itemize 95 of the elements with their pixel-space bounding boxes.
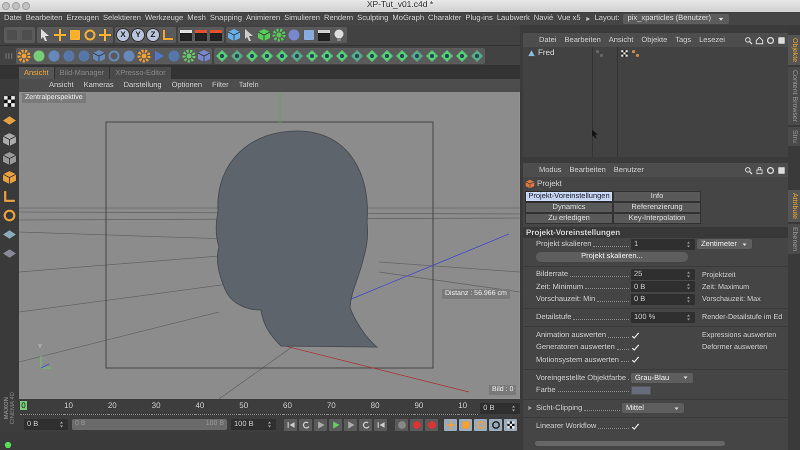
timeline-tick-label: 60 <box>283 401 292 410</box>
spinner-icon[interactable] <box>685 271 692 278</box>
texture-tag-icon[interactable] <box>620 48 629 58</box>
spinner-icon[interactable] <box>58 421 65 428</box>
check-icon <box>631 422 640 431</box>
caret-icon <box>673 404 680 412</box>
diamond-icon[interactable] <box>245 48 259 62</box>
section-header: Projekt-Voreinstellungen <box>523 227 788 238</box>
diamond-icon[interactable] <box>470 48 484 62</box>
diamond-icon[interactable] <box>335 48 349 62</box>
axis-toggle-button[interactable]: Y <box>131 28 145 42</box>
diamond-icon[interactable] <box>275 48 289 62</box>
gear-icon[interactable] <box>137 48 151 62</box>
spinner-icon[interactable] <box>685 240 692 248</box>
diamond-icon[interactable] <box>395 48 409 62</box>
timeline-tick-label: 20 <box>108 401 117 410</box>
loop-icon[interactable] <box>300 420 310 430</box>
spinner-icon[interactable] <box>685 296 692 303</box>
color-swatch[interactable] <box>631 386 651 395</box>
tag-icon[interactable] <box>631 48 640 58</box>
move-icon[interactable] <box>53 28 67 42</box>
diamond-icon[interactable] <box>215 48 229 62</box>
spinner-icon[interactable] <box>266 421 273 428</box>
cube-icon[interactable] <box>197 48 211 62</box>
axis-toggle-button[interactable]: X <box>116 28 130 42</box>
axes-icon[interactable] <box>2 189 17 204</box>
cube-icon[interactable] <box>92 48 106 62</box>
checkbox[interactable] <box>631 355 640 364</box>
spinner-icon[interactable] <box>685 314 692 321</box>
cube-icon[interactable] <box>2 132 17 147</box>
gear-icon[interactable] <box>182 48 196 62</box>
diamond-icon[interactable] <box>455 48 469 62</box>
sphere-icon[interactable] <box>32 48 46 62</box>
diamond-icon[interactable] <box>410 48 424 62</box>
window-title: XP-Tut_v01.c4d * <box>366 0 434 10</box>
spinner-icon[interactable] <box>510 404 517 412</box>
step-icon[interactable] <box>316 420 326 430</box>
grip-icon <box>4 50 14 60</box>
expand-arrow-icon[interactable] <box>527 405 533 412</box>
checkbox[interactable] <box>631 422 640 431</box>
timeline-tick-label: 30 <box>152 401 161 410</box>
search-icon[interactable] <box>744 36 753 44</box>
object-tree-item[interactable]: Fred <box>523 47 592 59</box>
timeline-tick-label: 50 <box>239 401 248 410</box>
lock-icon[interactable] <box>755 166 764 174</box>
gear-icon[interactable] <box>272 28 286 42</box>
diamond-icon[interactable] <box>380 48 394 62</box>
cursor-icon <box>590 129 600 139</box>
diamond-icon[interactable] <box>440 48 454 62</box>
diamond-icon[interactable] <box>365 48 379 62</box>
gear-icon[interactable] <box>17 48 31 62</box>
checker-icon[interactable] <box>2 94 17 109</box>
play-icon[interactable] <box>330 420 340 430</box>
timeline-tick-label: 40 <box>195 401 204 410</box>
current-frame-marker: 0 <box>20 401 27 410</box>
diamond-icon[interactable] <box>230 48 244 62</box>
panel-title: Projekt <box>537 179 562 189</box>
loop-icon[interactable] <box>360 420 370 430</box>
clapper-icon[interactable] <box>179 28 193 42</box>
parameter-icon[interactable] <box>490 420 500 430</box>
status-indicator-icon <box>4 441 12 449</box>
cube-icon[interactable] <box>257 28 271 42</box>
cube-icon[interactable] <box>227 28 241 42</box>
diamond-icon[interactable] <box>425 48 439 62</box>
arrow-icon <box>584 16 591 22</box>
scale-icon[interactable] <box>68 28 82 42</box>
horizontal-scrollbar[interactable] <box>535 441 725 446</box>
timeline-tick-label: 90 <box>414 401 424 410</box>
checkbox[interactable] <box>631 330 640 340</box>
home-icon[interactable] <box>755 36 764 44</box>
spinner-icon[interactable] <box>685 283 692 290</box>
cube-icon[interactable] <box>2 151 17 166</box>
axis-toggle-button[interactable]: Z <box>146 28 160 42</box>
plus-icon[interactable] <box>98 28 112 42</box>
checkbox[interactable] <box>631 343 640 352</box>
timeline-tick-label: 10 <box>458 401 468 410</box>
timeline-tick-label: 70 <box>326 401 336 410</box>
visibility-dots-icon[interactable] <box>595 48 604 58</box>
diamond-icon[interactable] <box>290 48 304 62</box>
diamond-icon[interactable] <box>350 48 364 62</box>
timeline-tick-label: 10 <box>64 401 73 410</box>
search-icon[interactable] <box>744 166 753 174</box>
diamond-icon[interactable] <box>320 48 334 62</box>
diamond-icon[interactable] <box>305 48 319 62</box>
caret-icon <box>740 240 748 248</box>
skip-start-icon[interactable] <box>286 420 296 430</box>
project-icon <box>525 179 535 189</box>
caret-icon <box>682 374 689 382</box>
axis-gizmo-icon <box>40 356 52 368</box>
rotate-icon[interactable] <box>83 28 97 42</box>
cube-icon[interactable] <box>2 170 17 185</box>
light-bulb-icon[interactable] <box>332 28 346 42</box>
timeline-tick-label: 80 <box>370 401 380 410</box>
diamond-icon[interactable] <box>260 48 274 62</box>
step-icon[interactable] <box>346 420 356 430</box>
